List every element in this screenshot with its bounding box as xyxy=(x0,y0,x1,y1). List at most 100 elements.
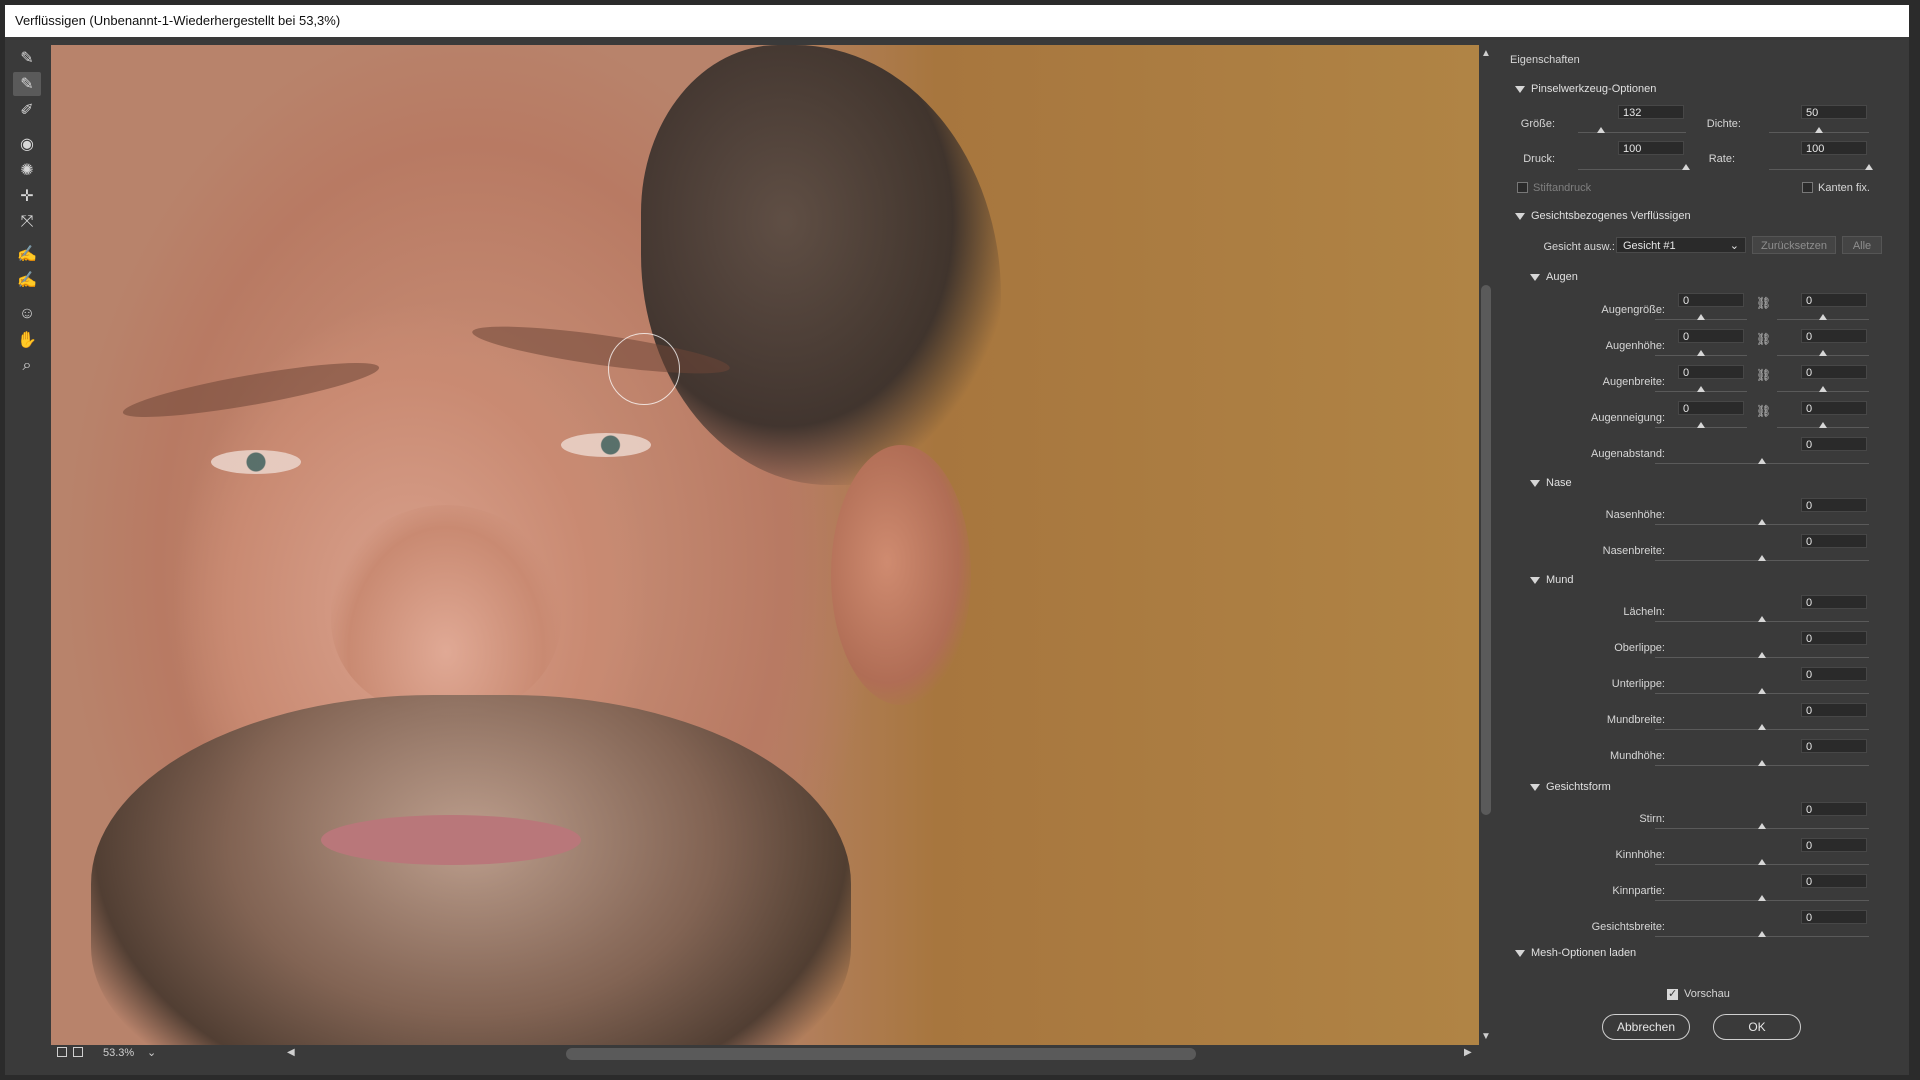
bloat-tool[interactable]: ✛ xyxy=(13,184,41,208)
chin-height-handle[interactable] xyxy=(1758,859,1766,865)
smooth-tool[interactable]: ✐ xyxy=(13,98,41,122)
collapse-triangle-icon xyxy=(1515,949,1525,957)
nose-width-handle[interactable] xyxy=(1758,555,1766,561)
druck-slider-handle[interactable] xyxy=(1682,164,1690,170)
mouth-header[interactable]: Mund xyxy=(1530,574,1574,586)
scroll-down-icon[interactable]: ▼ xyxy=(1481,1031,1491,1042)
eye-height-right-handle[interactable] xyxy=(1819,350,1827,356)
push-left-tool[interactable]: ⤧ xyxy=(13,210,41,234)
scroll-left-icon[interactable]: ◀ xyxy=(287,1047,295,1058)
view-single-icon[interactable] xyxy=(57,1047,67,1057)
smile-input[interactable]: 0 xyxy=(1801,595,1867,609)
eye-width-left-input[interactable]: 0 xyxy=(1678,365,1744,379)
forward-warp-tool[interactable]: ✎ xyxy=(13,46,41,70)
preview-checkbox[interactable] xyxy=(1667,987,1678,1000)
nose-region xyxy=(331,505,561,715)
collapse-triangle-icon xyxy=(1530,783,1540,791)
eye-height-right-input[interactable]: 0 xyxy=(1801,329,1867,343)
eyes-header[interactable]: Augen xyxy=(1530,271,1578,283)
link-chain-icon[interactable]: ⛓ xyxy=(1756,404,1771,418)
image-canvas[interactable] xyxy=(51,45,1479,1045)
rate-slider[interactable] xyxy=(1769,169,1869,170)
link-chain-icon[interactable]: ⛓ xyxy=(1756,368,1771,382)
twirl-icon: ◉ xyxy=(20,136,34,153)
face-shape-header[interactable]: Gesichtsform xyxy=(1530,781,1611,793)
link-chain-icon[interactable]: ⛓ xyxy=(1756,332,1771,346)
view-split-icon[interactable] xyxy=(73,1047,83,1057)
face-width-input[interactable]: 0 xyxy=(1801,910,1867,924)
eye-distance-handle[interactable] xyxy=(1758,458,1766,464)
canvas-vertical-scroll-thumb[interactable] xyxy=(1481,285,1491,815)
reconstruct-tool[interactable]: ✎ xyxy=(13,72,41,96)
mouth-width-input[interactable]: 0 xyxy=(1801,703,1867,717)
nose-header[interactable]: Nase xyxy=(1530,477,1572,489)
eye-width-left-handle[interactable] xyxy=(1697,386,1705,392)
eye-size-left-input[interactable]: 0 xyxy=(1678,293,1744,307)
jawline-handle[interactable] xyxy=(1758,895,1766,901)
mouth-height-handle[interactable] xyxy=(1758,760,1766,766)
eye-size-left-handle[interactable] xyxy=(1697,314,1705,320)
face-select-dropdown[interactable]: Gesicht #1 ⌄ xyxy=(1616,237,1746,253)
ok-button[interactable]: OK xyxy=(1713,1014,1801,1040)
eye-size-right-handle[interactable] xyxy=(1819,314,1827,320)
scroll-up-icon[interactable]: ▲ xyxy=(1481,48,1491,59)
nose-height-handle[interactable] xyxy=(1758,519,1766,525)
dichte-slider-handle[interactable] xyxy=(1815,127,1823,133)
freeze-mask-tool[interactable]: ✍ xyxy=(13,242,41,266)
eye-height-left-handle[interactable] xyxy=(1697,350,1705,356)
smooth-icon: ✐ xyxy=(20,102,34,119)
eye-tilt-left-handle[interactable] xyxy=(1697,422,1705,428)
groesse-slider-handle[interactable] xyxy=(1597,127,1605,133)
cancel-button[interactable]: Abbrechen xyxy=(1602,1014,1690,1040)
groesse-slider[interactable] xyxy=(1578,132,1686,133)
scroll-right-icon[interactable]: ▶ xyxy=(1464,1047,1472,1058)
eye-tilt-right-input[interactable]: 0 xyxy=(1801,401,1867,415)
eye-distance-input[interactable]: 0 xyxy=(1801,437,1867,451)
zoom-level[interactable]: 53.3% xyxy=(103,1047,134,1059)
link-chain-icon[interactable]: ⛓ xyxy=(1756,296,1771,310)
kanten-fix-checkbox[interactable] xyxy=(1802,182,1813,193)
pucker-tool[interactable]: ✺ xyxy=(13,158,41,182)
mesh-options-header[interactable]: Mesh-Optionen laden xyxy=(1515,947,1636,959)
lower-lip-handle[interactable] xyxy=(1758,688,1766,694)
mouth-width-handle[interactable] xyxy=(1758,724,1766,730)
face-liquify-header[interactable]: Gesichtsbezogenes Verflüssigen xyxy=(1515,210,1691,222)
groesse-input[interactable]: 132 xyxy=(1618,105,1684,119)
eye-tilt-right-handle[interactable] xyxy=(1819,422,1827,428)
druck-slider[interactable] xyxy=(1578,169,1686,170)
forehead-handle[interactable] xyxy=(1758,823,1766,829)
lower-lip-input[interactable]: 0 xyxy=(1801,667,1867,681)
upper-lip-handle[interactable] xyxy=(1758,652,1766,658)
canvas-horizontal-scroll-thumb[interactable] xyxy=(566,1048,1196,1060)
druck-input[interactable]: 100 xyxy=(1618,141,1684,155)
collapse-triangle-icon xyxy=(1530,479,1540,487)
zoom-dropdown-icon[interactable]: ⌄ xyxy=(147,1046,156,1059)
hand-tool[interactable]: ✋ xyxy=(13,328,41,352)
dichte-input[interactable]: 50 xyxy=(1801,105,1867,119)
eye-tilt-left-input[interactable]: 0 xyxy=(1678,401,1744,415)
rate-input[interactable]: 100 xyxy=(1801,141,1867,155)
jawline-input[interactable]: 0 xyxy=(1801,874,1867,888)
chin-height-input[interactable]: 0 xyxy=(1801,838,1867,852)
zoom-tool[interactable]: ⌕ xyxy=(13,354,41,378)
thaw-mask-tool[interactable]: ✍ xyxy=(13,268,41,292)
eye-size-right-input[interactable]: 0 xyxy=(1801,293,1867,307)
mouth-height-input[interactable]: 0 xyxy=(1801,739,1867,753)
all-button[interactable]: Alle xyxy=(1842,236,1882,254)
eye-width-right-input[interactable]: 0 xyxy=(1801,365,1867,379)
brush-options-header[interactable]: Pinselwerkzeug-Optionen xyxy=(1515,83,1656,95)
face-tool[interactable]: ☺ xyxy=(13,302,41,326)
canvas-vertical-scrollbar[interactable]: ▲ ▼ xyxy=(1479,45,1493,1045)
stiftandruck-checkbox[interactable] xyxy=(1517,182,1528,193)
upper-lip-input[interactable]: 0 xyxy=(1801,631,1867,645)
reset-button[interactable]: Zurücksetzen xyxy=(1752,236,1836,254)
rate-slider-handle[interactable] xyxy=(1865,164,1873,170)
twirl-tool[interactable]: ◉ xyxy=(13,132,41,156)
smile-handle[interactable] xyxy=(1758,616,1766,622)
nose-height-input[interactable]: 0 xyxy=(1801,498,1867,512)
forehead-input[interactable]: 0 xyxy=(1801,802,1867,816)
face-width-handle[interactable] xyxy=(1758,931,1766,937)
eye-height-left-input[interactable]: 0 xyxy=(1678,329,1744,343)
eye-width-right-handle[interactable] xyxy=(1819,386,1827,392)
nose-width-input[interactable]: 0 xyxy=(1801,534,1867,548)
